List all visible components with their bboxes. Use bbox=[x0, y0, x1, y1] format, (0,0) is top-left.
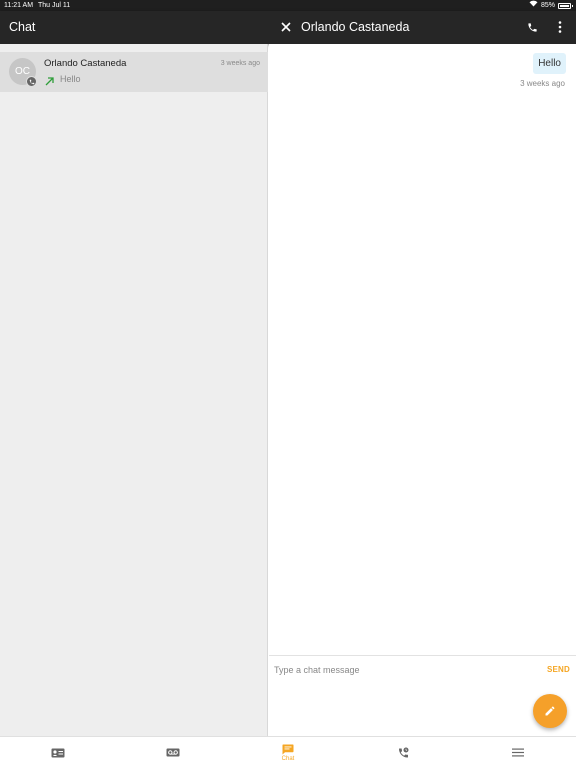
page-title: Chat bbox=[9, 20, 36, 34]
send-button[interactable]: SEND bbox=[547, 665, 570, 674]
conversation-item[interactable]: OC Orlando Castaneda 3 weeks ago Hello bbox=[0, 52, 268, 92]
status-bar: 11:21 AM Thu Jul 11 85% bbox=[0, 0, 576, 11]
bottom-nav: Chat bbox=[0, 736, 576, 768]
conversation-list: OC Orlando Castaneda 3 weeks ago Hello bbox=[0, 44, 268, 736]
close-icon bbox=[281, 22, 291, 32]
status-time: 11:21 AM bbox=[4, 2, 34, 9]
message-time: 3 weeks ago bbox=[520, 79, 565, 88]
more-options-button[interactable] bbox=[552, 19, 568, 35]
message-bubble: Hello bbox=[533, 53, 566, 74]
conversation-preview: Hello bbox=[60, 74, 81, 84]
outgoing-arrow-icon bbox=[44, 74, 55, 86]
call-button[interactable] bbox=[524, 19, 540, 35]
conversation-time: 3 weeks ago bbox=[220, 60, 260, 67]
menu-icon bbox=[512, 748, 525, 757]
phone-icon bbox=[527, 22, 537, 32]
conversation-name: Orlando Castaneda bbox=[44, 58, 127, 69]
wifi-icon bbox=[529, 0, 538, 11]
close-conversation-button[interactable] bbox=[278, 19, 294, 35]
contacts-icon bbox=[51, 748, 65, 757]
tab-chat-label: Chat bbox=[281, 755, 295, 762]
chat-icon bbox=[282, 744, 294, 754]
tab-menu[interactable] bbox=[461, 737, 576, 768]
voicemail-icon bbox=[166, 748, 180, 757]
status-date: Thu Jul 11 bbox=[38, 2, 71, 9]
battery-percent: 85% bbox=[540, 2, 555, 9]
tab-voicemail[interactable] bbox=[115, 737, 230, 768]
app-bar: Chat Orlando Castaneda bbox=[0, 11, 576, 44]
new-chat-button[interactable] bbox=[533, 694, 567, 728]
battery-icon bbox=[558, 2, 573, 9]
tab-chat[interactable]: Chat bbox=[230, 737, 345, 768]
call-history-icon bbox=[398, 747, 409, 757]
chat-pane: Hello 3 weeks ago SEND bbox=[269, 44, 576, 736]
tab-contacts[interactable] bbox=[0, 737, 115, 768]
more-vert-icon bbox=[558, 21, 562, 33]
chat-message-input[interactable] bbox=[274, 663, 534, 677]
status-right: 85% bbox=[529, 0, 573, 11]
conversation-title: Orlando Castaneda bbox=[301, 20, 410, 34]
tab-call-history[interactable] bbox=[346, 737, 461, 768]
pencil-icon bbox=[545, 706, 555, 716]
phone-badge-icon bbox=[26, 76, 37, 87]
compose-area: SEND bbox=[269, 655, 576, 736]
